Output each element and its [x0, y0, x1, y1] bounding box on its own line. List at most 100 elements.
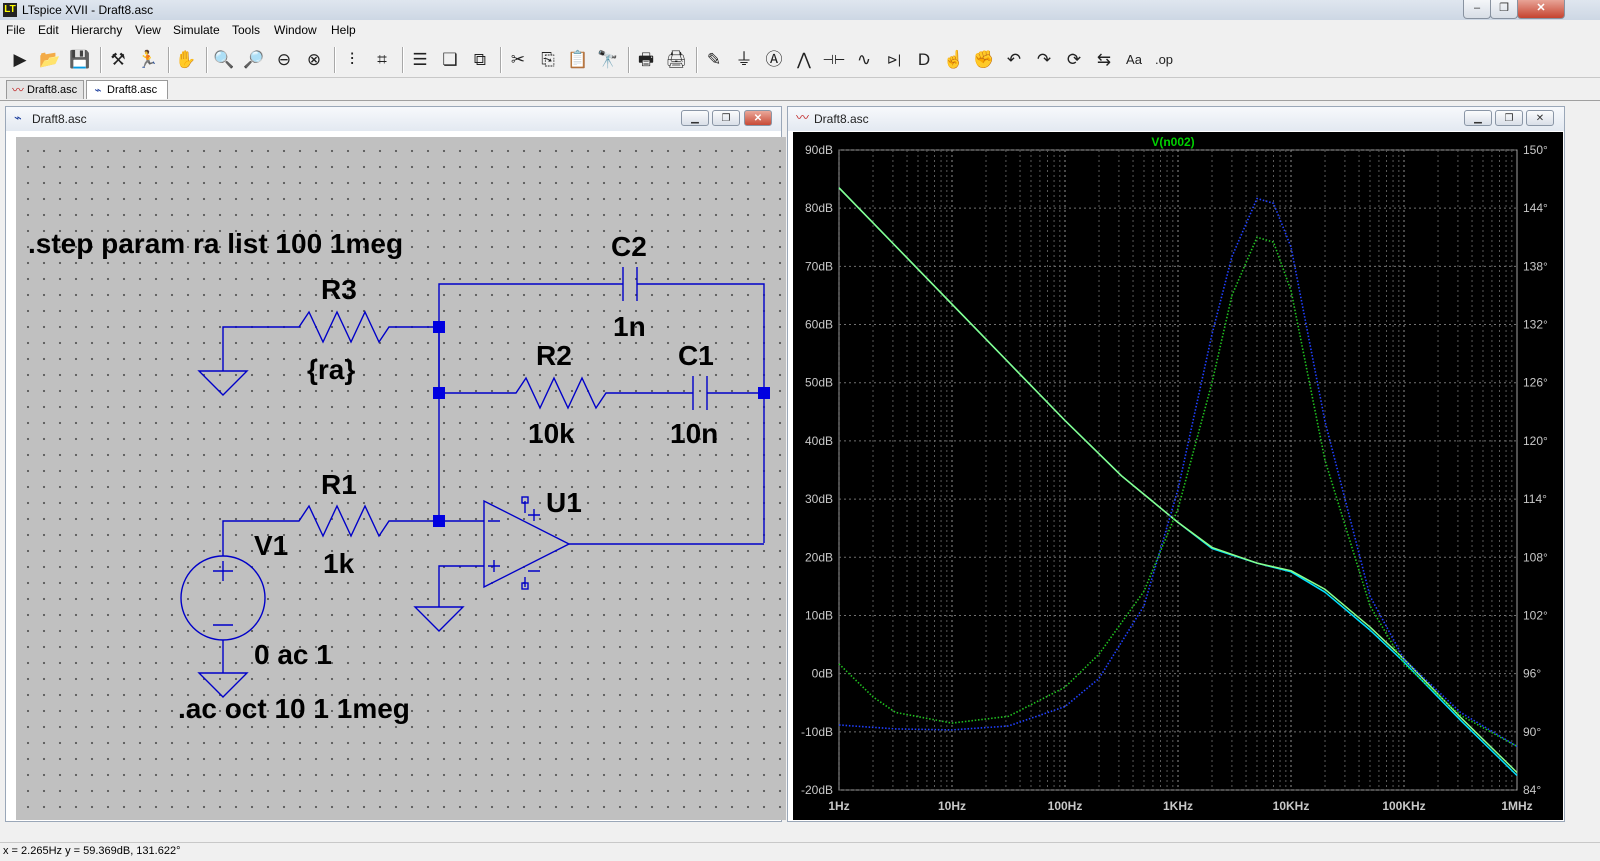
r2-value[interactable]: 10k [528, 418, 575, 449]
ltspice-icon: LT [3, 3, 17, 17]
text-icon[interactable]: Aa [1122, 48, 1146, 72]
v1-value[interactable]: 0 ac 1 [254, 639, 332, 670]
c2-value[interactable]: 1n [613, 311, 646, 342]
plot-pane[interactable]: 90dB 150° 80dB 144° 70dB 138° 60dB 132° 50dB 126°… [793, 132, 1563, 820]
y-tick-label-right: 114° [1523, 492, 1547, 506]
schematic-canvas[interactable]: .step param ra list 100 1meg .ac oct 10 … [16, 137, 786, 820]
inductor-icon[interactable]: ∿ [852, 48, 876, 72]
draw-wire-icon[interactable]: ✎ [702, 48, 726, 72]
v1-label[interactable]: V1 [254, 530, 288, 561]
y-tick-label-left: 90dB [805, 143, 833, 157]
waveform-restore-button[interactable]: ❐ [1495, 110, 1523, 126]
tile-vertical-icon[interactable]: ⧉ [468, 48, 492, 72]
wire-top[interactable] [438, 283, 765, 543]
bode-plot[interactable]: 90dB 150° 80dB 144° 70dB 138° 60dB 132° 50dB 126°… [793, 132, 1563, 820]
waveform-minimize-button[interactable]: ▁ [1464, 110, 1492, 126]
open-schematic-icon[interactable]: ▶ [8, 48, 32, 72]
zoom-in-icon[interactable]: 🔍 [212, 48, 236, 72]
ground-symbol[interactable] [413, 606, 465, 632]
r3-value[interactable]: {ra} [307, 354, 355, 385]
spice-directive-icon[interactable]: .op [1152, 48, 1176, 72]
status-bar: x = 2.265Hz y = 59.369dB, 131.622° [0, 842, 1600, 861]
mirror-icon[interactable]: ⇆ [1092, 48, 1116, 72]
r2-label[interactable]: R2 [536, 340, 572, 371]
toolbar-separator [334, 47, 336, 73]
resistor-r2[interactable] [439, 376, 693, 410]
trace-label-vn002[interactable]: V(n002) [1151, 135, 1194, 149]
print-icon[interactable]: 🖶 [634, 48, 658, 72]
menu-file[interactable]: File [6, 23, 25, 37]
capacitor-c1[interactable] [692, 376, 764, 410]
save-icon[interactable]: 💾 [68, 48, 92, 72]
label-net-icon[interactable]: Ⓐ [762, 48, 786, 72]
tab-waveform[interactable]: 〰 Draft8.asc [6, 80, 84, 99]
menu-window[interactable]: Window [274, 23, 317, 37]
x-tick-label: 1Hz [828, 799, 849, 813]
tab-label: Draft8.asc [27, 84, 78, 96]
junction-dot [433, 321, 445, 333]
ground-symbol[interactable] [197, 370, 249, 396]
menu-tools[interactable]: Tools [232, 23, 260, 37]
move-icon[interactable]: ☝ [942, 48, 966, 72]
r1-label[interactable]: R1 [321, 469, 357, 500]
menu-view[interactable]: View [135, 23, 161, 37]
tab-label: Draft8.asc [107, 84, 158, 96]
print-preview-icon[interactable]: 🖨 [664, 48, 688, 72]
cut-icon[interactable]: ✂ [506, 48, 530, 72]
open-file-icon[interactable]: 📂 [38, 48, 62, 72]
c1-value[interactable]: 10n [670, 418, 718, 449]
drag-icon[interactable]: ✊ [972, 48, 996, 72]
tile-horizontal-icon[interactable]: ☰ [408, 48, 432, 72]
component-icon[interactable]: D [912, 48, 936, 72]
schematic-icon: ⌁ [14, 110, 22, 125]
ground-icon[interactable]: ⏚ [732, 48, 756, 72]
resistor-icon[interactable]: ⋀ [792, 48, 816, 72]
find-icon[interactable]: 🔭 [596, 48, 620, 72]
schematic-close-button[interactable]: ✕ [744, 110, 772, 126]
diode-icon[interactable]: ⊳| [882, 48, 906, 72]
autorange-icon[interactable]: ⫶ [340, 48, 364, 72]
menu-edit[interactable]: Edit [38, 23, 59, 37]
wire-noninv[interactable] [438, 565, 484, 607]
c2-label[interactable]: C2 [611, 231, 647, 262]
r3-label[interactable]: R3 [321, 274, 357, 305]
u1-label[interactable]: U1 [546, 487, 582, 518]
y-tick-label-left: 60dB [805, 318, 833, 332]
schematic-window-titlebar: ⌁ Draft8.asc ▁ ❐ ✕ [6, 107, 781, 131]
schematic-minimize-button[interactable]: ▁ [681, 110, 709, 126]
capacitor-icon[interactable]: ⊣⊢ [822, 48, 846, 72]
schematic-restore-button[interactable]: ❐ [712, 110, 740, 126]
menu-simulate[interactable]: Simulate [173, 23, 220, 37]
minimize-button[interactable]: – [1463, 0, 1491, 19]
toolbar-separator [100, 47, 102, 73]
menu-hierarchy[interactable]: Hierarchy [71, 23, 122, 37]
restore-button[interactable]: ❐ [1490, 0, 1518, 19]
x-tick-label: 100KHz [1382, 799, 1425, 813]
run-icon[interactable]: 🏃 [136, 48, 160, 72]
rotate-icon[interactable]: ⟳ [1062, 48, 1086, 72]
zoom-fit-icon[interactable]: ⊖ [272, 48, 296, 72]
x-tick-label: 10KHz [1273, 799, 1310, 813]
waveform-close-button[interactable]: ✕ [1526, 110, 1554, 126]
c1-label[interactable]: C1 [678, 340, 714, 371]
copy-icon[interactable]: ⎘ [536, 48, 560, 72]
pan-hand-icon[interactable]: ✋ [174, 48, 198, 72]
zoom-cancel-icon[interactable]: ⊗ [302, 48, 326, 72]
paste-icon[interactable]: 📋 [566, 48, 590, 72]
control-panel-icon[interactable]: ⚒ [106, 48, 130, 72]
title-bar: LT LTspice XVII - Draft8.asc – ❐ ✕ [0, 0, 1600, 20]
ac-directive[interactable]: .ac oct 10 1 1meg [178, 693, 410, 724]
cascade-icon[interactable]: ❏ [438, 48, 462, 72]
redo-icon[interactable]: ↷ [1032, 48, 1056, 72]
capacitor-c2[interactable] [622, 267, 638, 301]
undo-icon[interactable]: ↶ [1002, 48, 1026, 72]
zoom-out-icon[interactable]: 🔎 [242, 48, 266, 72]
tab-schematic[interactable]: ⌁ Draft8.asc [86, 80, 168, 99]
menu-help[interactable]: Help [331, 23, 356, 37]
step-directive[interactable]: .step param ra list 100 1meg [28, 228, 403, 259]
y-tick-label-left: 30dB [805, 492, 833, 506]
r1-value[interactable]: 1k [323, 548, 355, 579]
plot-settings-icon[interactable]: ⌗ [370, 48, 394, 72]
close-button[interactable]: ✕ [1517, 0, 1565, 19]
schematic-window-title: Draft8.asc [32, 112, 87, 126]
